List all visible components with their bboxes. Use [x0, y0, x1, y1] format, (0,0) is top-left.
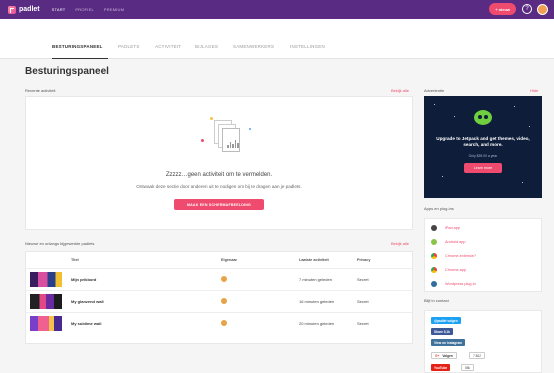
avatar[interactable]	[537, 3, 548, 15]
tab-samenwerkers[interactable]: SAMENWERKERS	[233, 44, 274, 49]
owner-avatar	[221, 320, 227, 326]
android-icon	[431, 239, 437, 245]
padlet-thumbnail	[30, 316, 62, 331]
twitter-follow-button[interactable]: @padlet volgen	[431, 317, 461, 324]
advertisement-banner[interactable]: Upgrade to Jetpack and get themes, video…	[424, 96, 542, 198]
padlet-thumbnail	[30, 272, 62, 287]
empty-activity-text: Ontwaak deze sectie door anderen uit te …	[136, 184, 302, 189]
google-plus-count: 7.862	[469, 352, 485, 359]
top-right-actions: + nieuw ?	[489, 3, 548, 15]
page-title: Besturingspaneel	[25, 66, 109, 77]
stay-in-touch-label: Blijf in contact	[424, 298, 449, 303]
top-nav: START PROFIEL PREMIUM	[52, 7, 135, 12]
empty-activity-illustration	[214, 120, 240, 156]
app-link-wordpress[interactable]: Wordpress plug-in	[431, 279, 476, 289]
ad-headline: Upgrade to Jetpack and get themes, video…	[436, 136, 530, 147]
padlet-thumbnail	[30, 294, 62, 309]
column-owner: Eigenaar	[221, 258, 238, 262]
table-row[interactable]: My sublime wall 20 minuten geleden Secre…	[26, 312, 412, 333]
google-plus-follow-button[interactable]: G+ Volgen	[431, 352, 457, 359]
new-padlet-button[interactable]: + nieuw	[489, 3, 516, 15]
owner-avatar	[221, 298, 227, 304]
padlet-last-activity: 16 minuten geleden	[299, 299, 335, 304]
padlet-title: My sublime wall	[71, 321, 102, 326]
tab-padlets[interactable]: PADLETS	[118, 44, 140, 49]
logo-text: padlet	[19, 6, 40, 13]
owner-avatar	[221, 276, 227, 282]
advertisement-label: Advertentie	[424, 88, 445, 93]
jetpack-robot-icon	[474, 110, 492, 125]
padlet-privacy: Secret	[357, 277, 369, 282]
padlet-last-activity: 20 minuten geleden	[299, 321, 335, 326]
column-last-activity: Laatste activiteit	[299, 258, 329, 262]
apple-icon	[431, 225, 437, 231]
column-title: Titel	[71, 258, 79, 262]
app-link-android[interactable]: Android app	[431, 237, 465, 247]
instagram-button[interactable]: View on Instagram	[431, 339, 466, 346]
nav-profiel[interactable]: PROFIEL	[75, 7, 94, 12]
app-link-chrome-extension[interactable]: Chrome-extensie?	[431, 251, 476, 261]
google-plus-icon: G+	[435, 353, 440, 358]
wordpress-icon	[431, 281, 437, 287]
padlet-logo-icon	[8, 5, 16, 14]
app-link-chrome-app[interactable]: Chrome-app	[431, 265, 466, 275]
sparkle-icon	[210, 117, 213, 120]
top-bar: padlet START PROFIEL PREMIUM + nieuw ?	[0, 0, 554, 19]
tab-instellingen[interactable]: INSTELLINGEN	[290, 44, 325, 49]
ad-subtext: Only $39.00 a year	[468, 154, 498, 158]
recent-activity-label: Recente activiteit	[25, 88, 56, 93]
nav-start[interactable]: START	[52, 7, 66, 12]
recent-padlets-label: Nieuwe en onlangs bijgewerkte padlets	[25, 241, 95, 246]
empty-activity-title: Zzzzz…geen activiteit om te vermelden.	[165, 172, 273, 178]
recent-activity-view-all-link[interactable]: Bekijk alle	[391, 88, 409, 93]
padlet-title: My glanzend wall	[71, 299, 104, 304]
facebook-share-button[interactable]: Share 9,1k	[431, 328, 453, 335]
youtube-subscribe-button[interactable]: YouTube	[431, 364, 451, 371]
table-row[interactable]: My glanzend wall 16 minuten geleden Secr…	[26, 290, 412, 311]
sparkle-icon	[201, 139, 204, 142]
take-screenshot-button[interactable]: MAAK EEN SCHERMAFBEELDING	[174, 199, 264, 210]
tab-activiteit[interactable]: ACTIVITEIT	[155, 44, 181, 49]
column-privacy: Privacy	[357, 258, 371, 262]
table-row[interactable]: Mijn prikbord 7 minuten geleden Secret	[26, 268, 412, 289]
youtube-count: 88k	[461, 364, 475, 371]
recent-padlets-view-all-link[interactable]: Bekijk alle	[391, 241, 409, 246]
hide-ad-link[interactable]: Hide	[530, 88, 538, 93]
ad-learn-more-button[interactable]: Learn more	[464, 163, 502, 173]
padlet-privacy: Secret	[357, 299, 369, 304]
tab-besturingspaneel[interactable]: BESTURINGSPANEEL	[52, 44, 103, 49]
social-card: @padlet volgen Share 9,1k View on Instag…	[424, 310, 542, 373]
apps-plugins-card: iPad app Android app Chrome-extensie? Ch…	[424, 218, 542, 292]
padlet-title: Mijn prikbord	[71, 277, 97, 282]
help-icon[interactable]: ?	[522, 4, 532, 14]
dashboard-tabs: BESTURINGSPANEEL PADLETS ACTIVITEIT BIJL…	[0, 19, 554, 59]
tab-bijlages[interactable]: BIJLAGES	[195, 44, 218, 49]
chrome-icon	[431, 253, 437, 259]
padlet-logo[interactable]: padlet	[8, 5, 40, 14]
apps-plugins-label: Apps en plug-ins	[424, 206, 454, 211]
chrome-icon	[431, 267, 437, 273]
padlet-last-activity: 7 minuten geleden	[299, 277, 332, 282]
sparkle-icon	[249, 128, 251, 130]
padlet-privacy: Secret	[357, 321, 369, 326]
app-link-ipad[interactable]: iPad app	[431, 223, 460, 233]
active-tab-indicator	[52, 58, 108, 59]
nav-premium[interactable]: PREMIUM	[104, 7, 124, 12]
